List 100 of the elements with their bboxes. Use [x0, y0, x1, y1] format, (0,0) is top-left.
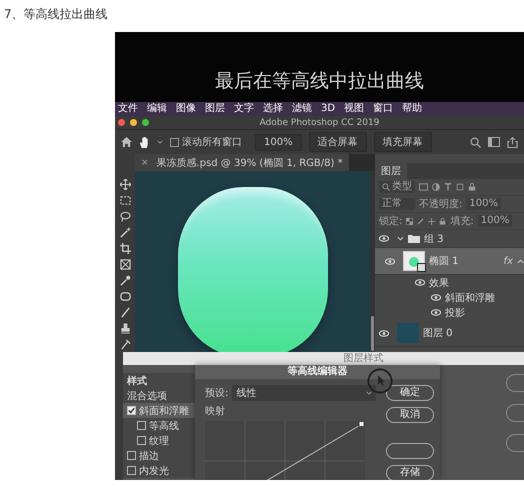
fx-label: fx: [504, 256, 513, 266]
menu-item[interactable]: 图层: [205, 103, 225, 115]
close-tab-button[interactable]: ×: [141, 158, 149, 168]
opacity-field[interactable]: 100%: [466, 198, 501, 210]
marquee-icon[interactable]: [120, 195, 130, 206]
checkbox[interactable]: [127, 451, 136, 460]
panel-tab[interactable]: 图层: [375, 163, 407, 179]
move-icon[interactable]: [428, 218, 436, 224]
menu-item[interactable]: 滤镜: [292, 103, 312, 115]
dialog-button[interactable]: 确定: [386, 385, 434, 401]
dialog-button[interactable]: 取消: [386, 407, 434, 423]
search-icon[interactable]: [470, 136, 481, 148]
type-filter-icon[interactable]: [444, 183, 452, 191]
wand-icon[interactable]: [120, 227, 130, 238]
adjustment-filter-icon[interactable]: [432, 183, 440, 191]
layer-name: 图层 0: [423, 327, 453, 340]
style-item[interactable]: 样式: [123, 373, 195, 388]
style-item[interactable]: 描边: [123, 448, 195, 463]
document-title: 果冻质感.psd @ 39% (椭圆 1, RGB/8) *: [156, 156, 343, 170]
caret-icon[interactable]: [157, 140, 163, 144]
checkbox[interactable]: [170, 138, 179, 146]
brush-icon[interactable]: [120, 307, 130, 318]
frame-icon[interactable]: [120, 259, 130, 270]
menu-item[interactable]: 窗口: [373, 103, 394, 115]
lock-icon[interactable]: [468, 183, 476, 191]
style-item[interactable]: 等高线: [123, 418, 195, 433]
preset-label: 预设:: [205, 387, 228, 400]
menu-item[interactable]: 编辑: [147, 103, 167, 115]
eye-icon[interactable]: [431, 309, 441, 316]
effect-name: 斜面和浮雕: [445, 292, 495, 304]
checkbox-label: 滚动所有窗口: [182, 136, 242, 149]
dialog-button[interactable]: [386, 443, 434, 459]
minimize-icon[interactable]: [130, 119, 137, 126]
share-icon[interactable]: [507, 136, 518, 148]
layer-name: 组 3: [424, 232, 444, 246]
eye-icon[interactable]: [379, 330, 389, 336]
maximize-icon[interactable]: [142, 119, 149, 126]
menu-item[interactable]: 视图: [344, 103, 364, 115]
home-icon[interactable]: [121, 137, 132, 147]
move-icon[interactable]: [120, 179, 130, 190]
eye-icon[interactable]: [431, 294, 441, 301]
scrollbar[interactable]: [371, 316, 374, 351]
effect-name: 投影: [445, 306, 465, 320]
checkbox[interactable]: [137, 421, 146, 430]
panel-icon[interactable]: [488, 137, 500, 147]
folder-icon: [408, 234, 420, 243]
search-icon: [382, 183, 390, 191]
brush-icon[interactable]: [417, 218, 424, 224]
shape-filter-icon[interactable]: [456, 183, 464, 191]
stamp-icon[interactable]: [120, 323, 130, 334]
image-filter-icon[interactable]: [419, 183, 428, 191]
opacity-label: 不透明度:: [419, 198, 462, 211]
style-item[interactable]: 内发光: [123, 463, 195, 478]
blend-mode-dropdown[interactable]: 正常: [379, 198, 415, 210]
checkerboard-icon[interactable]: [406, 218, 414, 224]
effect-name: 效果: [429, 276, 449, 290]
crop-icon[interactable]: [120, 243, 130, 254]
hand-icon[interactable]: [139, 136, 150, 148]
eye-icon[interactable]: [379, 235, 389, 242]
style-item[interactable]: 纹理: [123, 433, 195, 448]
layer-thumbnail: [397, 323, 419, 343]
layer-thumbnail: [403, 251, 425, 271]
layer-name: 椭圆 1: [429, 254, 459, 268]
preset-dropdown[interactable]: 线性: [232, 385, 376, 401]
style-item[interactable]: 混合选项: [123, 388, 195, 403]
cursor-icon: [367, 368, 393, 394]
eye-icon[interactable]: [385, 258, 395, 264]
window-title: Adobe Photoshop CC 2019: [260, 118, 380, 128]
menu-item[interactable]: 文字: [234, 103, 254, 115]
menu-item[interactable]: 图像: [176, 103, 196, 115]
mapping-label: 映射: [205, 404, 226, 418]
style-item[interactable]: 斜面和浮雕: [123, 403, 195, 418]
toolbar-button[interactable]: 100%: [255, 134, 302, 150]
menu-item[interactable]: 帮助: [402, 103, 422, 115]
shape-icon[interactable]: [120, 291, 130, 302]
section-heading: 7、等高线拉出曲线: [3, 6, 109, 23]
toolbar-button[interactable]: 填充屏幕: [374, 132, 432, 152]
eyedropper-icon[interactable]: [120, 275, 130, 286]
layer-row[interactable]: 图层 0: [375, 320, 524, 347]
menu-item[interactable]: 文件: [118, 103, 138, 115]
checkbox[interactable]: [127, 466, 136, 475]
chevron-icon[interactable]: [397, 235, 404, 242]
menu-item[interactable]: 3D: [321, 103, 336, 115]
document-tab[interactable]: × 果冻质感.psd @ 39% (椭圆 1, RGB/8) *: [135, 154, 349, 171]
lasso-icon[interactable]: [120, 211, 130, 222]
menu-item[interactable]: 选择: [263, 103, 283, 115]
fill-field[interactable]: 100%: [478, 215, 512, 227]
caret-icon: [366, 391, 372, 395]
caret-icon[interactable]: [517, 258, 524, 264]
checkbox[interactable]: [127, 406, 136, 415]
dialog-title: 等高线编辑器: [288, 365, 348, 379]
filter-dropdown[interactable]: 类型: [379, 181, 415, 193]
eye-icon[interactable]: [415, 279, 425, 286]
toolbar-button[interactable]: 适合屏幕: [308, 132, 367, 152]
save-button[interactable]: 存储: [386, 465, 434, 480]
layer-row[interactable]: 椭圆 1 fx: [375, 248, 524, 275]
subtitle: 最后在等高线中拉出曲线: [215, 69, 424, 94]
lock-icon[interactable]: [439, 218, 446, 224]
close-window-icon[interactable]: [118, 119, 125, 126]
checkbox[interactable]: [137, 436, 146, 445]
